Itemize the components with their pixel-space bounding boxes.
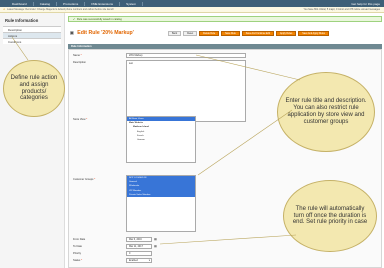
callout-pointers: [11, 36, 301, 245]
pointer-line: [11, 36, 29, 61]
pointer-line: [195, 54, 301, 81]
pointer-line: [197, 109, 293, 176]
pointer-line: [159, 234, 297, 245]
